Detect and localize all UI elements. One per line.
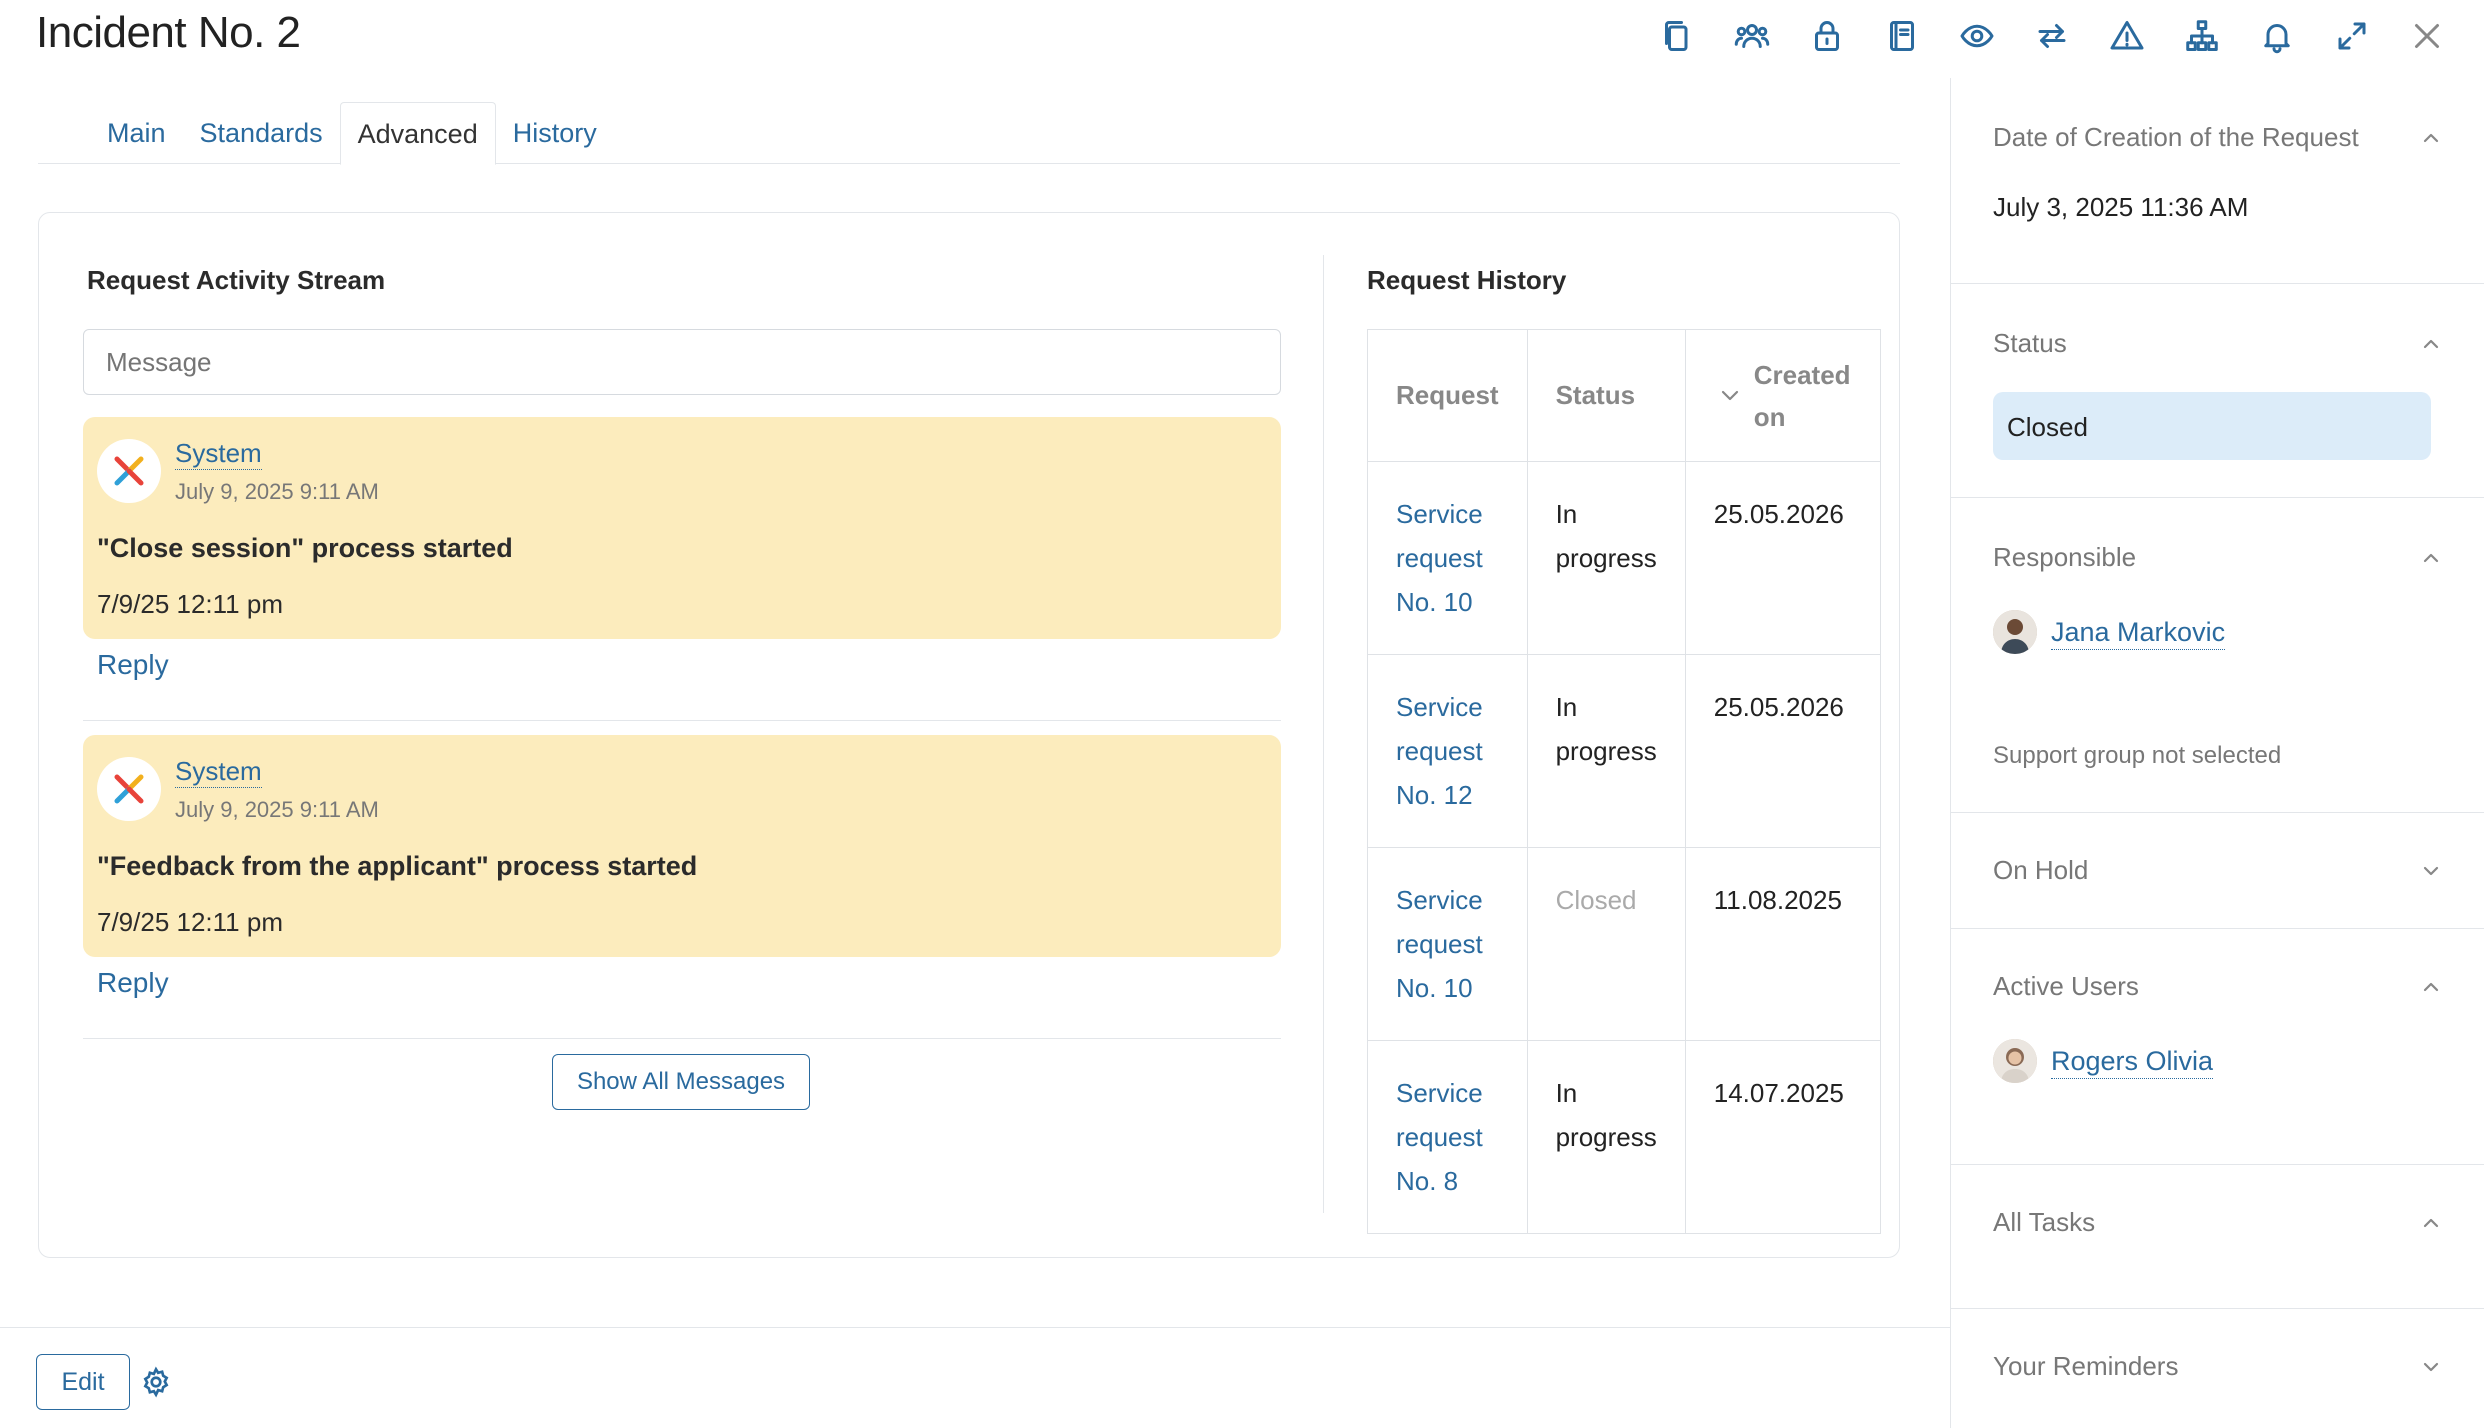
details-sidebar: Date of Creation of the Request July 3, …: [1950, 78, 2484, 1428]
table-header-row: Request Status Created on: [1367, 329, 1882, 462]
on-hold-section: On Hold: [1951, 813, 2484, 929]
request-status: In progress: [1526, 654, 1686, 848]
book-icon[interactable]: [1864, 14, 1939, 58]
responsible-user-name[interactable]: Jana Markovic: [2051, 615, 2226, 650]
responsible-section: Responsible Jana Markovic Support group …: [1951, 498, 2484, 813]
request-created: 25.05.2026: [1684, 654, 1882, 848]
chevron-up-icon[interactable]: [2421, 334, 2441, 354]
hierarchy-icon[interactable]: [2164, 14, 2239, 58]
gear-icon[interactable]: [140, 1366, 172, 1398]
responsible-user: Jana Markovic: [1993, 610, 2226, 654]
tab-history[interactable]: History: [496, 102, 614, 164]
message-author[interactable]: System: [175, 755, 262, 788]
request-created: 11.08.2025: [1684, 847, 1882, 1041]
message-time: 7/9/25 12:11 pm: [97, 589, 283, 619]
request-status: In progress: [1526, 461, 1686, 655]
copy-icon[interactable]: [1639, 14, 1714, 58]
on-hold-label: On Hold: [1993, 855, 2089, 885]
responsible-label: Responsible: [1993, 542, 2137, 572]
request-link[interactable]: Service request No. 10: [1367, 461, 1528, 655]
request-status: Closed: [1526, 847, 1686, 1041]
table-row: Service request No. 10 Closed 11.08.2025: [1367, 847, 1882, 1041]
system-logo-icon: [97, 757, 161, 821]
eye-icon[interactable]: [1939, 14, 2014, 58]
chevron-up-icon[interactable]: [2421, 1213, 2441, 1233]
request-history-title: Request History: [1367, 265, 1567, 295]
warning-icon[interactable]: [2089, 14, 2164, 58]
column-divider: [1323, 255, 1324, 1213]
tab-bar: Main Standards Advanced History: [38, 102, 1900, 165]
reminders-label: Your Reminders: [1993, 1351, 2179, 1381]
column-header-created-label: Created on: [1753, 359, 1851, 432]
expand-icon[interactable]: [2314, 14, 2389, 58]
message-author[interactable]: System: [175, 437, 262, 470]
avatar: [1993, 1039, 2037, 1083]
table-row: Service request No. 12 In progress 25.05…: [1367, 654, 1882, 848]
message-time: 7/9/25 12:11 pm: [97, 907, 283, 937]
divider: [83, 720, 1281, 721]
column-header-created[interactable]: Created on: [1684, 329, 1882, 462]
message-date: July 9, 2025 9:11 AM: [175, 797, 379, 822]
creation-date-section: Date of Creation of the Request July 3, …: [1951, 78, 2484, 284]
all-tasks-section: All Tasks: [1951, 1165, 2484, 1309]
reminders-section: Your Reminders: [1951, 1309, 2484, 1428]
reply-link[interactable]: Reply: [97, 967, 169, 999]
advanced-panel: Request Activity Stream System July 9, 2…: [38, 212, 1900, 1258]
lock-icon[interactable]: [1789, 14, 1864, 58]
tab-main[interactable]: Main: [90, 102, 183, 164]
support-group-note: Support group not selected: [1993, 742, 2282, 769]
status-section: Status Closed: [1951, 284, 2484, 498]
column-header-status[interactable]: Status: [1526, 329, 1686, 462]
message-date: July 9, 2025 9:11 AM: [175, 479, 379, 504]
system-logo-icon: [97, 439, 161, 503]
message-input[interactable]: [83, 329, 1281, 395]
divider: [83, 1038, 1281, 1039]
chevron-down-icon[interactable]: [2421, 1357, 2441, 1377]
reply-link[interactable]: Reply: [97, 649, 169, 681]
bell-icon[interactable]: [2239, 14, 2314, 58]
close-icon[interactable]: [2389, 14, 2464, 58]
table-row: Service request No. 10 In progress 25.05…: [1367, 461, 1882, 655]
column-header-request[interactable]: Request: [1367, 329, 1528, 462]
request-created: 14.07.2025: [1684, 1040, 1882, 1234]
table-row: Service request No. 8 In progress 14.07.…: [1367, 1040, 1882, 1234]
active-users-section: Active Users Rogers Olivia: [1951, 929, 2484, 1165]
message-card: System July 9, 2025 9:11 AM "Close sessi…: [83, 417, 1281, 639]
request-history-table: Request Status Created on Service reques…: [1367, 329, 1882, 1234]
chevron-up-icon[interactable]: [2421, 548, 2441, 568]
message-card: System July 9, 2025 9:11 AM "Feedback fr…: [83, 735, 1281, 957]
chevron-down-icon[interactable]: [2421, 861, 2441, 881]
toolbar: [1639, 14, 2464, 58]
request-link[interactable]: Service request No. 12: [1367, 654, 1528, 848]
sort-chevron-down-icon[interactable]: [1720, 386, 1740, 406]
chevron-up-icon[interactable]: [2421, 128, 2441, 148]
active-user: Rogers Olivia: [1993, 1039, 2214, 1083]
request-link[interactable]: Service request No. 8: [1367, 1040, 1528, 1234]
page-title: Incident No. 2: [36, 8, 301, 57]
request-status: In progress: [1526, 1040, 1686, 1234]
tab-advanced[interactable]: Advanced: [339, 102, 496, 165]
edit-button[interactable]: Edit: [36, 1354, 130, 1410]
request-created: 25.05.2026: [1684, 461, 1882, 655]
chevron-up-icon[interactable]: [2421, 977, 2441, 997]
message-text: "Feedback from the applicant" process st…: [97, 851, 698, 881]
message-text: "Close session" process started: [97, 533, 513, 563]
avatar: [1993, 610, 2037, 654]
status-badge: Closed: [1993, 392, 2431, 460]
creation-date-value: July 3, 2025 11:36 AM: [1993, 192, 2249, 222]
tab-standards[interactable]: Standards: [183, 102, 340, 164]
request-link[interactable]: Service request No. 10: [1367, 847, 1528, 1041]
swap-icon[interactable]: [2014, 14, 2089, 58]
active-user-name[interactable]: Rogers Olivia: [2051, 1044, 2214, 1079]
activity-stream-title: Request Activity Stream: [87, 265, 386, 295]
footer-divider: [0, 1327, 1950, 1328]
show-all-messages-button[interactable]: Show All Messages: [552, 1054, 810, 1110]
status-label: Status: [1993, 328, 2067, 358]
users-icon[interactable]: [1714, 14, 1789, 58]
all-tasks-label: All Tasks: [1993, 1207, 2096, 1237]
creation-date-label: Date of Creation of the Request: [1993, 122, 2359, 152]
active-users-label: Active Users: [1993, 971, 2139, 1001]
